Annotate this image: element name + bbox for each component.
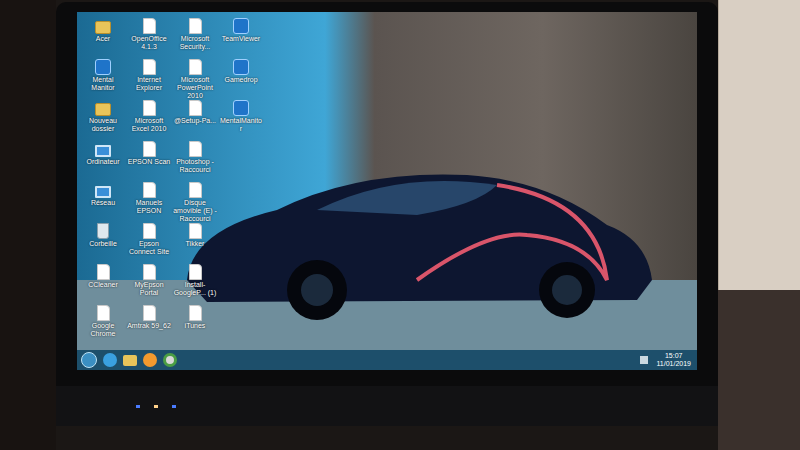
- carpet: [718, 290, 800, 450]
- right-surroundings: [718, 0, 800, 450]
- desktop-icon[interactable]: Disque amovible (E) - Raccourci: [173, 182, 217, 223]
- desktop-icon[interactable]: Manuels EPSON: [127, 182, 171, 223]
- laptop: AcerMental ManitorNouveau dossierOrdinat…: [56, 0, 718, 450]
- app-icon: [233, 59, 249, 75]
- desktop-icon[interactable]: Microsoft Security...: [173, 18, 217, 59]
- file-icon: [97, 305, 110, 321]
- screen: AcerMental ManitorNouveau dossierOrdinat…: [77, 12, 697, 370]
- file-icon: [97, 264, 110, 280]
- desktop-icon[interactable]: Gamedrop: [219, 59, 263, 100]
- desktop-icon[interactable]: Google Chrome: [81, 305, 125, 346]
- file-icon: [189, 100, 202, 116]
- app-icon: [233, 18, 249, 34]
- date: 11/01/2019: [656, 360, 691, 368]
- file-icon: [189, 305, 202, 321]
- led-icon: [136, 405, 140, 408]
- desktop-icon[interactable]: Internet Explorer: [127, 59, 171, 100]
- desktop-icon[interactable]: Microsoft PowerPoint 2010: [173, 59, 217, 100]
- led-icon: [154, 405, 158, 408]
- file-icon: [143, 182, 156, 198]
- desktop-icon[interactable]: Install-GoogleP... (1): [173, 264, 217, 305]
- taskbar: 15:0711/01/2019: [77, 350, 697, 370]
- desktop-icon[interactable]: MentalManitor: [219, 100, 263, 141]
- desktop-icon[interactable]: Nouveau dossier: [81, 100, 125, 141]
- app-icon: [95, 59, 111, 75]
- desktop-icon[interactable]: Corbeille: [81, 223, 125, 264]
- app-icon: [233, 100, 249, 116]
- folder-icon: [95, 103, 111, 116]
- time: 15:07: [665, 352, 683, 360]
- file-icon: [189, 18, 202, 34]
- file-icon: [143, 141, 156, 157]
- laptop-base: [56, 386, 718, 426]
- folder-icon: [95, 21, 111, 34]
- file-icon: [189, 223, 202, 239]
- file-icon: [189, 264, 202, 280]
- desktop-icon[interactable]: CCleaner: [81, 264, 125, 305]
- clock[interactable]: 15:0711/01/2019: [654, 352, 693, 368]
- led-icon: [172, 405, 176, 408]
- file-icon: [143, 305, 156, 321]
- desktop-icon[interactable]: OpenOffice 4.1.3: [127, 18, 171, 59]
- photo: AcerMental ManitorNouveau dossierOrdinat…: [0, 0, 800, 450]
- file-icon: [143, 59, 156, 75]
- desktop-icon[interactable]: Mental Manitor: [81, 59, 125, 100]
- desktop-icon[interactable]: iTunes: [173, 305, 217, 346]
- cabinet: [718, 0, 800, 290]
- start-button[interactable]: [81, 352, 97, 368]
- file-icon: [143, 264, 156, 280]
- file-icon: [189, 59, 202, 75]
- left-surroundings: [0, 0, 56, 450]
- desktop-icon[interactable]: EPSON Scan: [127, 141, 171, 182]
- desktop-icon[interactable]: Tikker: [173, 223, 217, 264]
- internet-explorer-icon[interactable]: [103, 353, 117, 367]
- computer-icon: [95, 145, 111, 157]
- desktop-icon[interactable]: Acer: [81, 18, 125, 59]
- desktop-icon[interactable]: TeamViewer: [219, 18, 263, 59]
- desktop-icon[interactable]: Epson Connect Site: [127, 223, 171, 264]
- tray-icon: [640, 356, 648, 364]
- file-icon: [189, 182, 202, 198]
- desktop-icon[interactable]: Ordinateur: [81, 141, 125, 182]
- car-icon: [167, 130, 667, 330]
- desktop-icon[interactable]: Réseau: [81, 182, 125, 223]
- desktop-icon[interactable]: Photoshop - Raccourci: [173, 141, 217, 182]
- laptop-bezel: AcerMental ManitorNouveau dossierOrdinat…: [56, 2, 718, 386]
- desktop: AcerMental ManitorNouveau dossierOrdinat…: [77, 12, 697, 350]
- file-icon: [189, 141, 202, 157]
- media-player-icon[interactable]: [143, 353, 157, 367]
- folder-icon[interactable]: [123, 355, 137, 366]
- desktop-icon[interactable]: Microsoft Excel 2010: [127, 100, 171, 141]
- desktop-icon[interactable]: Amtrak 59_62: [127, 305, 171, 346]
- computer-icon: [95, 186, 111, 198]
- file-icon: [143, 18, 156, 34]
- recycle-bin-icon: [97, 223, 109, 239]
- file-icon: [143, 100, 156, 116]
- desktop-icon[interactable]: @Setup-Pa...: [173, 100, 217, 141]
- file-icon: [143, 223, 156, 239]
- desktop-icons: AcerMental ManitorNouveau dossierOrdinat…: [77, 12, 263, 346]
- desktop-icon[interactable]: MyEpson Portal: [127, 264, 171, 305]
- chrome-icon[interactable]: [163, 353, 177, 367]
